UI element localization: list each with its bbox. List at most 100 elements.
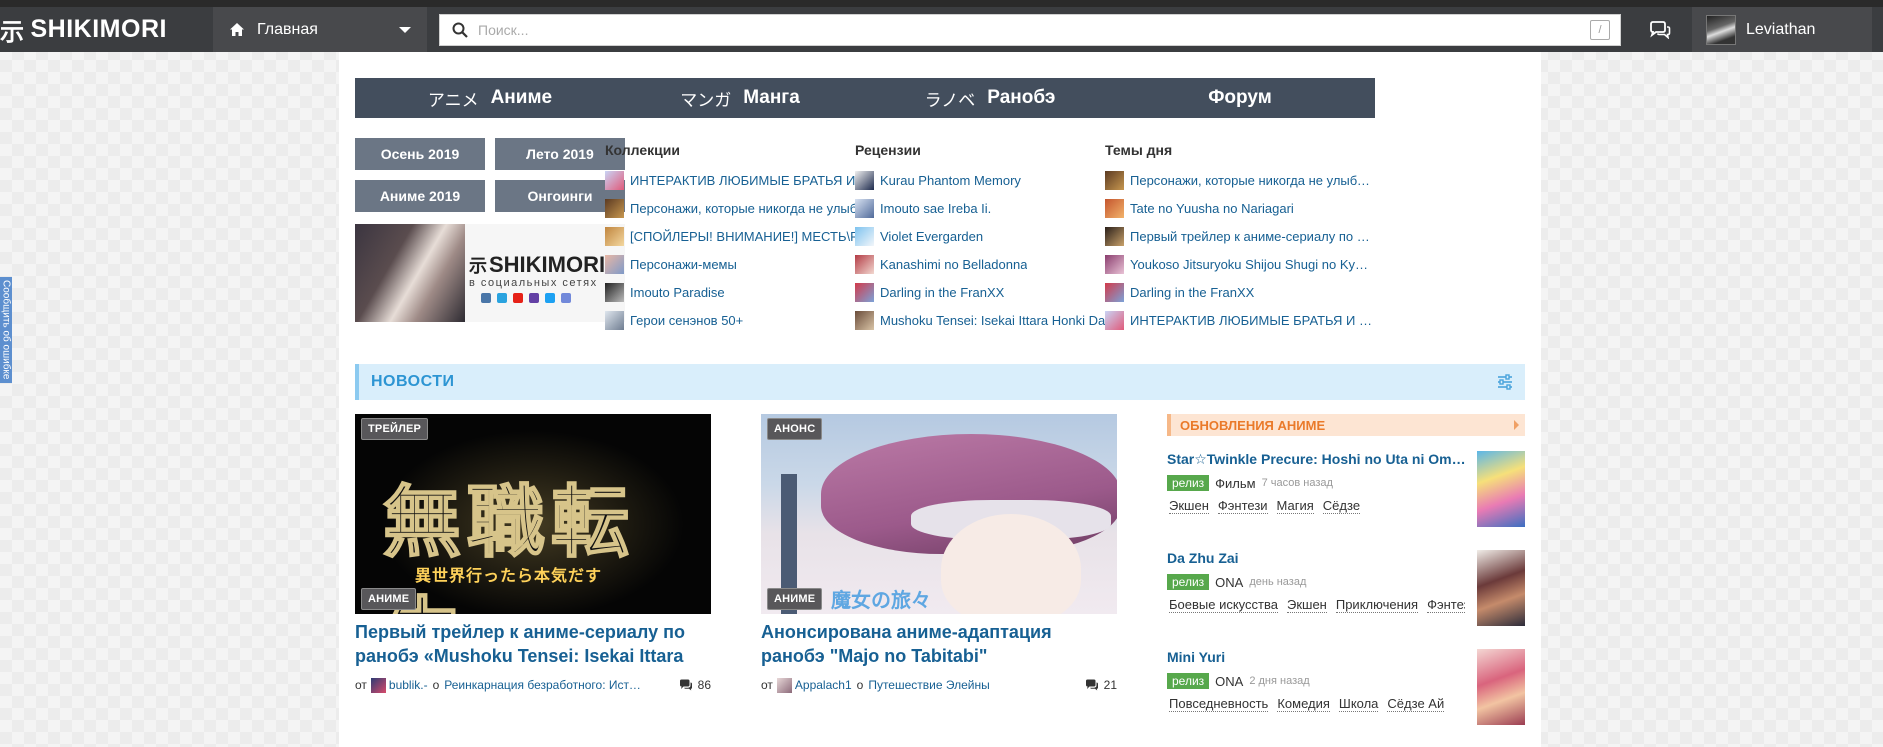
search-box[interactable]: / <box>439 13 1621 46</box>
collection-link[interactable]: ИНТЕРАКТИВ ЛЮБИМЫЕ БРАТЬЯ И СЕСТРЫ <box>630 173 875 188</box>
telegram-icon[interactable] <box>497 293 507 303</box>
author-link[interactable]: Appalach1 <box>795 678 852 692</box>
review-link[interactable]: Kanashimi no Belladonna <box>880 257 1027 272</box>
genre-tag[interactable]: Магия <box>1276 498 1314 514</box>
logo-glyph: 示 <box>0 18 25 46</box>
user-menu[interactable]: Leviathan <box>1692 7 1872 52</box>
genre-tag[interactable]: Экшен <box>1169 498 1209 514</box>
news-image[interactable]: 魔女の旅々 АНОНС АНИМЕ <box>761 414 1117 614</box>
season-autumn-2019-button[interactable]: Осень 2019 <box>355 138 485 170</box>
anime-poster[interactable] <box>1477 649 1525 725</box>
avatar <box>1706 14 1736 45</box>
topic-link[interactable]: Путешествие Элейны <box>868 678 989 692</box>
genre-tag[interactable]: Фэнтези <box>1217 498 1268 514</box>
messages-button[interactable] <box>1628 7 1692 52</box>
by-label: от <box>355 678 367 692</box>
news-headline-link[interactable]: Анонсирована аниме-адаптация ранобэ "Maj… <box>761 620 1117 668</box>
anime-2019-button[interactable]: Аниме 2019 <box>355 180 485 212</box>
forum-section-button[interactable]: Форум <box>1105 78 1375 118</box>
site-logo[interactable]: 示 SHIKIMORI <box>0 7 213 52</box>
thumbnail <box>605 226 624 246</box>
genre-tag[interactable]: Комедия <box>1277 696 1330 712</box>
ranobe-jp-label: ラノベ <box>924 90 976 111</box>
topic-link[interactable]: Youkoso Jitsuryoku Shijou Shugi no Kyous… <box>1130 257 1375 272</box>
feedback-tab[interactable]: Сообщить об ошибке <box>0 277 12 383</box>
news-card: 魔女の旅々 АНОНС АНИМЕ Анонсирована аниме-ада… <box>761 414 1117 694</box>
list-item: Kurau Phantom Memory <box>855 166 1125 194</box>
genre-tag[interactable]: Экшен <box>1286 597 1327 613</box>
genre-tag[interactable]: Фэнтези <box>1427 597 1465 613</box>
comments-count[interactable]: 21 <box>1085 678 1117 692</box>
anime-badge: АНИМЕ <box>361 588 417 610</box>
genre-tag[interactable]: Сёдзе <box>1322 498 1361 514</box>
topic-link[interactable]: Реинкарнация безработного: История о при… <box>444 678 642 692</box>
banner-illustration <box>355 224 465 322</box>
vk-icon[interactable] <box>481 293 491 303</box>
anime-badge: АНИМЕ <box>767 588 823 610</box>
genre-tag[interactable]: Сёдзе Ай <box>1387 696 1445 712</box>
update-meta: релиз Фильм 7 часов назад <box>1167 474 1333 492</box>
banner-subtitle: в социальных сетях <box>469 277 598 289</box>
thumbnail <box>605 254 624 274</box>
twitter-icon[interactable] <box>545 293 555 303</box>
topic-link[interactable]: Tate no Yuusha no Nariagari <box>1130 201 1294 216</box>
filter-settings-icon[interactable] <box>1497 374 1513 390</box>
genre-tag[interactable]: Боевые искусства <box>1169 597 1278 613</box>
youtube-icon[interactable] <box>513 293 523 303</box>
list-item: Violet Evergarden <box>855 222 1125 250</box>
comments-count[interactable]: 86 <box>679 678 711 692</box>
news-headline-link[interactable]: Первый трейлер к аниме-сериалу по ранобэ… <box>355 620 711 668</box>
genre-tags: Повседневность Комедия Школа Сёдзе Ай <box>1169 696 1465 712</box>
news-section-header: НОВОСТИ <box>355 364 1525 400</box>
update-title-link[interactable]: Star☆Twinkle Precure: Hoshi no Uta ni Om… <box>1167 451 1467 468</box>
topic-link[interactable]: Первый трейлер к аниме-сериалу по ранобэ <box>1130 229 1375 244</box>
review-link[interactable]: Violet Evergarden <box>880 229 983 244</box>
topic-link[interactable]: ИНТЕРАКТИВ ЛЮБИМЫЕ БРАТЬЯ И СЕСТРЫ <box>1130 313 1375 328</box>
anime-updates-panel: ОБНОВЛЕНИЯ АНИМЕ Star☆Twinkle Precure: H… <box>1167 414 1525 733</box>
social-networks-banner[interactable]: 示SHIKIMORI в социальных сетях <box>355 224 625 322</box>
genre-tag[interactable]: Повседневность <box>1169 696 1269 712</box>
thumbnail <box>1105 198 1124 218</box>
news-image[interactable]: 無職転生 異世界行ったら本気だす ТРЕЙЛЕР АНИМЕ <box>355 414 711 614</box>
collection-link[interactable]: Персонажи-мемы <box>630 257 737 272</box>
anime-quick-links: Осень 2019 Лето 2019 Аниме 2019 Онгоинги <box>355 138 625 212</box>
review-link[interactable]: Darling in the FranXX <box>880 285 1004 300</box>
main-content: アニメ Аниме Осень 2019 Лето 2019 Аниме 201… <box>339 52 1541 747</box>
topic-link[interactable]: Персонажи, которые никогда не улыбаются <box>1130 173 1375 188</box>
anime-poster[interactable] <box>1477 451 1525 527</box>
list-item: Darling in the FranXX <box>855 278 1125 306</box>
update-title-link[interactable]: Mini Yuri <box>1167 649 1467 665</box>
anime-poster[interactable] <box>1477 550 1525 626</box>
list-item: [СПОЙЛЕРЫ! ВНИМАНИЕ!] МЕСТЬ\РЕВАНШ <box>605 222 875 250</box>
topic-link[interactable]: Darling in the FranXX <box>1130 285 1254 300</box>
manga-section-button[interactable]: マンガ Манга <box>605 78 875 118</box>
genre-tag[interactable]: Школа <box>1338 696 1379 712</box>
list-item: Герои сенэнов 50+ <box>605 306 875 334</box>
collection-link[interactable]: Герои сенэнов 50+ <box>630 313 743 328</box>
author-avatar <box>776 677 792 693</box>
news-meta: от bublik.- о Реинкарнация безработного:… <box>355 676 711 694</box>
review-link[interactable]: Imouto sae Ireba Ii. <box>880 201 991 216</box>
user-name: Leviathan <box>1746 20 1816 38</box>
collection-link[interactable]: Персонажи, которые никогда не улыбаются <box>630 201 875 216</box>
reviews-list: Kurau Phantom Memory Imouto sae Ireba Ii… <box>855 166 1125 334</box>
genre-tags: Экшен Фэнтези Магия Сёдзе <box>1169 498 1465 514</box>
review-link[interactable]: Kurau Phantom Memory <box>880 173 1021 188</box>
update-kind: ONA <box>1215 673 1244 689</box>
list-item: Darling in the FranXX <box>1105 278 1375 306</box>
twitch-icon[interactable] <box>529 293 539 303</box>
anime-section-button[interactable]: アニメ Аниме <box>355 78 625 118</box>
collection-link[interactable]: [СПОЙЛЕРЫ! ВНИМАНИЕ!] МЕСТЬ\РЕВАНШ <box>630 229 875 244</box>
ranobe-section-button[interactable]: ラノベ Ранобэ <box>855 78 1125 118</box>
genre-tag[interactable]: Приключения <box>1335 597 1419 613</box>
thumbnail <box>855 170 874 190</box>
main-menu-dropdown[interactable]: Главная <box>213 7 427 52</box>
search-input[interactable] <box>478 15 1590 44</box>
update-title-link[interactable]: Da Zhu Zai <box>1167 550 1467 566</box>
author-link[interactable]: bublik.- <box>389 678 428 692</box>
anime-updates-header[interactable]: ОБНОВЛЕНИЯ АНИМЕ <box>1167 414 1525 436</box>
discord-icon[interactable] <box>561 293 571 303</box>
collection-link[interactable]: Imouto Paradise <box>630 285 725 300</box>
review-link[interactable]: Mushoku Tensei: Isekai Ittara Honki Dasu <box>880 313 1119 328</box>
announce-badge: АНОНС <box>767 418 823 440</box>
